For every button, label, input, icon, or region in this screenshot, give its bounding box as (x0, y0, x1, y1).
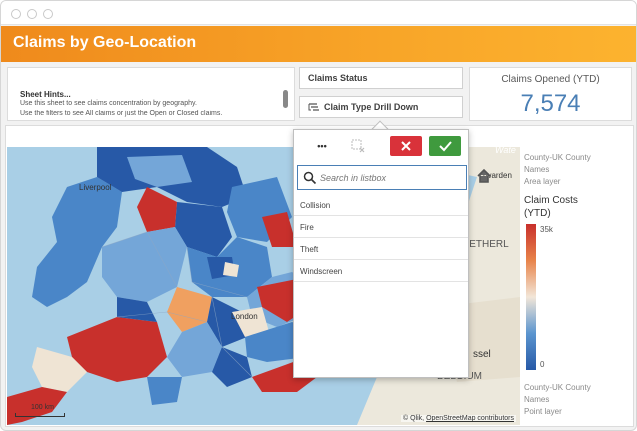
window-dot-3[interactable] (43, 9, 53, 19)
hints-scrollbar[interactable] (283, 90, 288, 108)
kpi-label: Claims Opened (YTD) (501, 74, 600, 85)
kpi-value: 7,574 (520, 90, 581, 117)
hints-title: Sheet Hints... (20, 90, 71, 99)
legend-min-label: 0 (540, 360, 545, 369)
close-icon (401, 141, 411, 151)
map-scale: 100 km (11, 401, 81, 421)
map-label-liverpool: Liverpool (79, 183, 112, 192)
list-item[interactable]: Theft (294, 238, 468, 260)
search-icon (303, 171, 317, 185)
scale-bar (15, 413, 65, 417)
window-chrome (1, 1, 636, 25)
map-label-london: London (231, 312, 258, 321)
check-icon (439, 141, 452, 152)
legend-layer2-line3: Point layer (524, 407, 562, 416)
cancel-selection-button[interactable] (390, 136, 422, 156)
scale-label: 100 km (31, 404, 54, 411)
app-window: Claims by Geo-Location Sheet Hints... Us… (0, 0, 637, 431)
claims-status-filter[interactable]: Claims Status (299, 67, 463, 89)
legend-max-label: 35k (540, 225, 553, 234)
search-input[interactable] (320, 170, 460, 186)
list-item[interactable]: Fire (294, 216, 468, 238)
hints-line-2: Use the filters to see All claims or jus… (20, 110, 223, 117)
listbox-popup: ••• Collision Fire Theft Windscreen (293, 129, 469, 378)
sheet-title-bar: Claims by Geo-Location (1, 26, 636, 62)
sheet-title: Claims by Geo-Location (13, 34, 197, 51)
attribution-symbol: © Qlik, (403, 415, 425, 422)
map-attribution: © Qlik, OpenStreetMap contributors (401, 415, 516, 422)
sheet-hints-card: Sheet Hints... Use this sheet to see cla… (7, 67, 295, 121)
clear-selection-icon[interactable] (350, 136, 370, 156)
kpi-card: Claims Opened (YTD) 7,574 (469, 67, 632, 121)
home-icon[interactable] (477, 168, 491, 183)
more-options-button[interactable]: ••• (308, 136, 336, 156)
claim-type-filter[interactable]: Claim Type Drill Down (299, 96, 463, 118)
legend-layer2-line1: County-UK County (524, 383, 591, 392)
list-item[interactable]: Collision (294, 194, 468, 216)
legend-layer1-line2: Names (524, 165, 550, 174)
confirm-selection-button[interactable] (429, 136, 461, 156)
map-label-wate: Wate (495, 147, 516, 155)
legend-title-line1: Claim Costs (524, 195, 578, 206)
map-legend: County-UK County Names Area layer Claim … (520, 147, 632, 425)
listbox-search[interactable] (297, 165, 467, 190)
legend-title-line2: (YTD) (524, 208, 551, 219)
drill-down-icon (308, 102, 320, 115)
map-label-netherlands: NETHERL (462, 239, 509, 250)
legend-layer2-line2: Names (524, 395, 550, 404)
hints-line-1: Use this sheet to see claims concentrati… (20, 100, 197, 107)
legend-color-scale (526, 224, 536, 370)
window-dot-2[interactable] (27, 9, 37, 19)
attribution-link[interactable]: OpenStreetMap contributors (426, 415, 514, 422)
claim-type-label: Claim Type Drill Down (324, 102, 419, 112)
window-dot-1[interactable] (11, 9, 21, 19)
list-item[interactable]: Windscreen (294, 260, 468, 282)
legend-layer1-line3: Area layer (524, 177, 561, 186)
map-label-ssel: ssel (473, 349, 491, 360)
claims-status-label: Claims Status (308, 73, 368, 83)
legend-layer1-line1: County-UK County (524, 153, 591, 162)
